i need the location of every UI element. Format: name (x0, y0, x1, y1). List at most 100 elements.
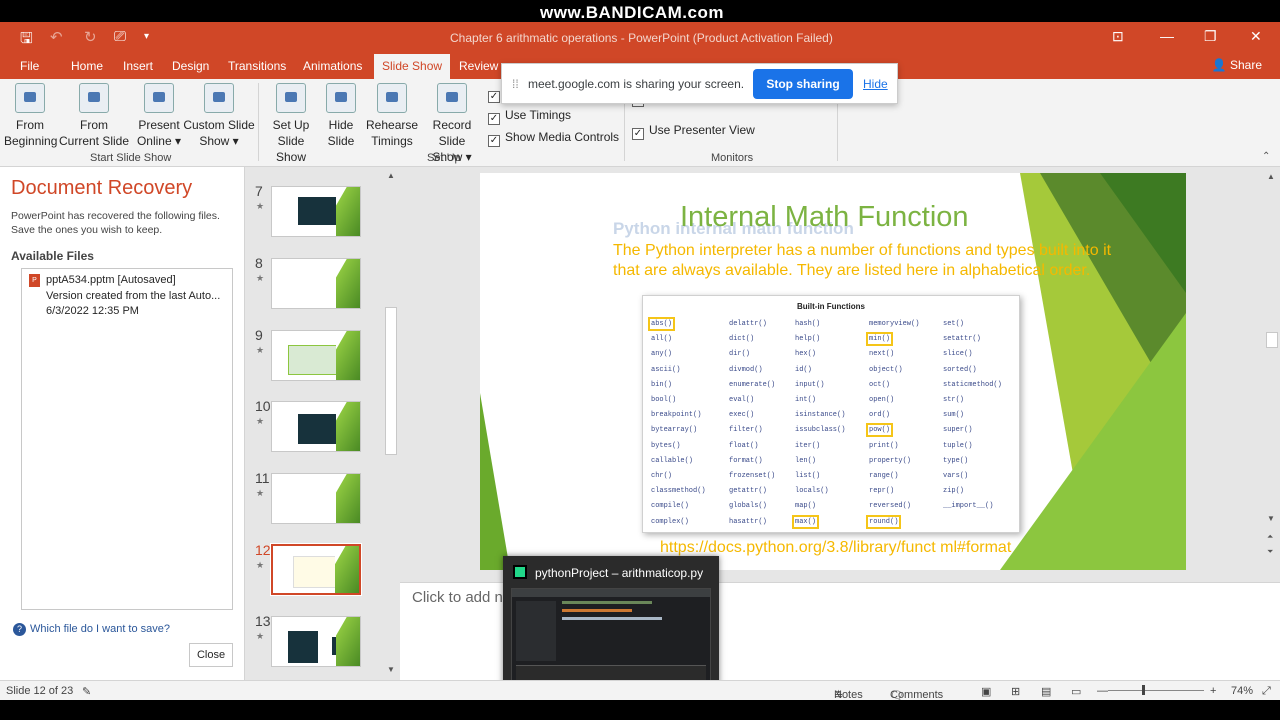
show-media-controls-checkbox[interactable]: ✓ Show Media Controls (488, 130, 619, 147)
function-cell: hash() (795, 320, 821, 328)
set-up-label-1: Set Up (272, 118, 310, 132)
function-cell: globals() (729, 502, 767, 511)
slide-thumbnail[interactable] (271, 473, 361, 524)
tab-insert[interactable]: Insert (123, 59, 153, 73)
use-timings-label: Use Timings (505, 108, 572, 122)
slide-number: 12 (255, 542, 271, 558)
function-cell: input() (795, 380, 825, 389)
close-window-icon[interactable]: ✕ (1250, 28, 1262, 45)
slide-scrollbar[interactable]: ▲ ▼ ⏶ ⏷ (1264, 167, 1280, 582)
function-cell: super() (943, 426, 973, 435)
rehearse-timings-button[interactable]: Rehearse Timings (366, 83, 418, 149)
function-cell: reversed() (869, 502, 912, 511)
use-timings-checkbox[interactable]: ✓ Use Timings (488, 108, 571, 125)
minimize-icon[interactable]: — (1160, 28, 1174, 44)
scroll-up-icon[interactable]: ▲ (387, 171, 395, 180)
customize-qat-icon[interactable]: ▾ (144, 31, 149, 42)
zoom-slider-thumb[interactable] (1142, 685, 1145, 695)
custom-show-button[interactable]: Custom Slide Show ▾ (182, 83, 256, 149)
save-icon[interactable]: 🖫 (20, 28, 33, 53)
next-slide-icon[interactable]: ⏷ (1267, 547, 1273, 557)
close-button[interactable]: Close (189, 643, 233, 667)
status-bar: Slide 12 of 23 ✎ ≛ Notes 🗨 Comments ▣ ⊞ … (0, 680, 1280, 702)
tab-slide-show[interactable]: Slide Show (374, 54, 451, 79)
stop-sharing-button[interactable]: Stop sharing (753, 69, 853, 99)
tab-design[interactable]: Design (172, 59, 209, 73)
function-cell: help() (795, 335, 821, 344)
restore-icon[interactable]: ❐ (1204, 28, 1217, 45)
function-cell: range() (869, 472, 899, 480)
help-link[interactable]: ? Which file do I want to save? (13, 623, 170, 636)
recovered-file-item[interactable]: P pptA534.pptm [Autosaved] Version creat… (22, 269, 232, 319)
file-name: pptA534.pptm [Autosaved] (46, 274, 176, 286)
pptx-file-icon: P (29, 274, 40, 287)
normal-view-icon[interactable]: ▣ (981, 685, 991, 698)
function-cell: type() (943, 456, 969, 465)
window-preview (511, 588, 711, 694)
play-from-start-icon (15, 83, 45, 113)
current-slide[interactable]: Python internal math function Internal M… (480, 173, 1186, 570)
animation-star-icon: ★ (256, 273, 265, 283)
tab-file[interactable]: File (20, 59, 39, 73)
scroll-up-icon[interactable]: ▲ (1267, 172, 1275, 181)
slide-thumbnail-selected[interactable] (270, 543, 362, 596)
tab-home[interactable]: Home (71, 59, 103, 73)
zoom-level[interactable]: 74% (1231, 685, 1253, 697)
preview-title: pythonProject – arithmaticop.py (535, 566, 704, 580)
from-current-button[interactable]: From Current Slide (58, 83, 130, 149)
function-cell: chr() (651, 472, 673, 480)
tab-review[interactable]: Review (459, 59, 498, 73)
drag-handle-icon[interactable]: ⁞⁞ (512, 77, 519, 91)
hide-slide-button[interactable]: Hide Slide (323, 83, 359, 149)
slide-thumbnail[interactable] (271, 616, 361, 667)
slide-thumbnail[interactable] (271, 258, 361, 309)
ribbon-display-icon[interactable]: ⊡ (1112, 28, 1124, 45)
taskbar-preview-popup[interactable]: pythonProject – arithmaticop.py (503, 556, 719, 700)
collapse-ribbon-icon[interactable]: ⌃ (1262, 151, 1270, 162)
function-cell: bin() (651, 380, 673, 389)
function-cell: compile() (651, 502, 689, 511)
scroll-down-icon[interactable]: ▼ (387, 665, 395, 674)
custom-show-icon (204, 83, 234, 113)
previous-slide-icon[interactable]: ⏶ (1267, 532, 1273, 542)
function-cell: callable() (651, 456, 694, 465)
set-up-slide-show-button[interactable]: Set Up Slide Show (261, 83, 321, 165)
function-cell: staticmethod() (943, 380, 1002, 389)
share-button[interactable]: 👤 Share (1212, 58, 1262, 72)
function-cell: hex() (795, 350, 817, 359)
zoom-slider[interactable] (1108, 690, 1204, 691)
scroll-thumb[interactable] (1266, 332, 1278, 348)
function-cell: getattr() (729, 487, 767, 496)
slide-sorter-icon[interactable]: ⊞ (1011, 685, 1020, 698)
function-cell: round() (865, 514, 902, 529)
file-description: Version created from the last Auto... (46, 290, 221, 302)
spell-check-icon[interactable]: ✎ (82, 685, 91, 698)
function-cell: object() (869, 365, 903, 374)
slide-thumbnail[interactable] (271, 330, 361, 381)
function-cell: any() (651, 350, 673, 359)
stopwatch-icon (377, 83, 407, 113)
scroll-down-icon[interactable]: ▼ (1267, 514, 1275, 523)
fit-to-window-icon[interactable]: ⤢ (1262, 685, 1271, 698)
animation-star-icon: ★ (256, 560, 265, 570)
scroll-thumb[interactable] (385, 307, 397, 455)
present-icon[interactable]: ⎚ (114, 28, 126, 45)
slide-thumbnail[interactable] (271, 401, 361, 452)
reading-view-icon[interactable]: ▤ (1041, 685, 1051, 698)
from-beginning-button[interactable]: From Beginning (4, 83, 57, 149)
redo-icon[interactable]: ↻ (84, 28, 97, 46)
undo-icon[interactable]: ↶ (50, 28, 63, 46)
tab-transitions[interactable]: Transitions (228, 59, 286, 73)
present-online-button[interactable]: Present Online ▾ (136, 83, 182, 149)
thumbnail-scrollbar[interactable]: ▲ ▼ (383, 167, 399, 680)
slide-thumbnail[interactable] (271, 186, 361, 237)
presenter-view-checkbox[interactable]: ✓ Use Presenter View (632, 123, 755, 140)
slide-body-text: The Python interpreter has a number of f… (613, 242, 1112, 279)
zoom-out-icon[interactable]: — (1097, 685, 1108, 697)
function-cell: pow() (865, 423, 894, 438)
slideshow-view-icon[interactable]: ▭ (1071, 685, 1081, 698)
hide-button[interactable]: Hide (863, 77, 888, 91)
zoom-in-icon[interactable]: + (1210, 685, 1216, 697)
tab-animations[interactable]: Animations (303, 59, 362, 73)
function-cell: complex() (651, 517, 689, 526)
